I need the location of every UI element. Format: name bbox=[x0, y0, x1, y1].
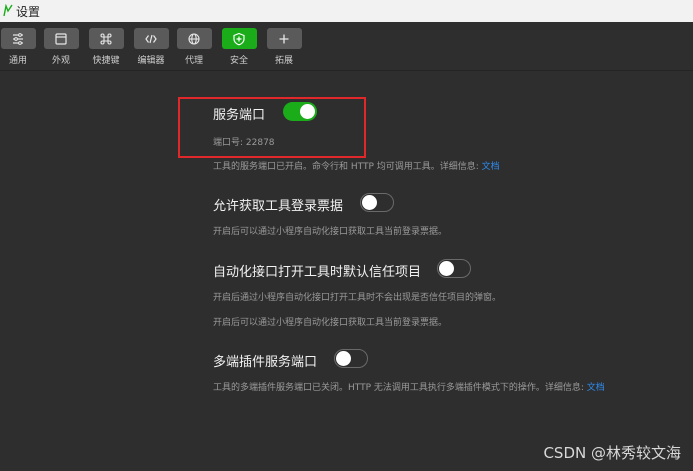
service-port-desc-text: 工具的服务端口已开启。命令行和 HTTP 均可调用工具。详细信息: bbox=[213, 162, 482, 172]
highlight-box bbox=[178, 97, 366, 158]
auto-trust-desc-1: 开启后通过小程序自动化接口打开工具时不会出现是否信任项目的弹窗。 bbox=[213, 293, 502, 303]
toggle-knob bbox=[362, 195, 377, 210]
multi-plugin-title: 多端插件服务端口 bbox=[213, 355, 318, 370]
plus-icon bbox=[279, 34, 289, 43]
tab-security[interactable]: 安全 bbox=[215, 28, 263, 66]
auto-trust-toggle[interactable] bbox=[437, 259, 471, 278]
service-port-desc: 工具的服务端口已开启。命令行和 HTTP 均可调用工具。详细信息: 文档 bbox=[213, 159, 500, 172]
tab-appearance-label: 外观 bbox=[51, 56, 70, 66]
tab-extensions-label: 拓展 bbox=[274, 56, 293, 66]
tab-extensions[interactable]: 拓展 bbox=[260, 28, 308, 66]
tab-proxy-button[interactable] bbox=[176, 28, 212, 49]
tab-security-label: 安全 bbox=[229, 56, 248, 66]
multi-plugin-desc: 工具的多端插件服务端口已关闭。HTTP 无法调用工具执行多端插件模式下的操作。详… bbox=[213, 380, 605, 393]
tab-appearance[interactable]: 外观 bbox=[37, 28, 85, 66]
tab-appearance-button[interactable] bbox=[43, 28, 79, 49]
tab-proxy-label: 代理 bbox=[184, 56, 203, 66]
tab-editor-button[interactable] bbox=[133, 28, 169, 49]
window-title: 设置 bbox=[16, 5, 41, 19]
service-port-docs-link[interactable]: 文档 bbox=[482, 162, 500, 172]
tab-shortcuts-label: 快捷键 bbox=[92, 56, 120, 66]
tab-general[interactable]: 通用 bbox=[0, 28, 42, 66]
auto-trust-desc-2: 开启后可以通过小程序自动化接口获取工具当前登录票据。 bbox=[213, 318, 448, 328]
multi-plugin-desc-text: 工具的多端插件服务端口已关闭。HTTP 无法调用工具执行多端插件模式下的操作。详… bbox=[213, 383, 587, 393]
security-settings-panel: 服务端口 端口号: 22878 工具的服务端口已开启。命令行和 HTTP 均可调… bbox=[0, 71, 693, 471]
window-icon bbox=[55, 32, 67, 45]
title-bar: 设置 bbox=[0, 0, 693, 22]
tab-proxy[interactable]: 代理 bbox=[170, 28, 218, 66]
command-key-icon bbox=[100, 32, 112, 45]
login-ticket-desc: 开启后可以通过小程序自动化接口获取工具当前登录票据。 bbox=[213, 227, 448, 237]
tab-general-button[interactable] bbox=[0, 28, 36, 49]
multi-plugin-docs-link[interactable]: 文档 bbox=[587, 383, 605, 393]
code-icon bbox=[145, 34, 157, 43]
toggle-knob bbox=[439, 261, 454, 276]
globe-icon bbox=[188, 32, 200, 45]
tab-shortcuts-button[interactable] bbox=[88, 28, 124, 49]
tab-general-label: 通用 bbox=[8, 56, 27, 66]
sliders-icon bbox=[13, 32, 23, 45]
settings-toolbar: 通用 外观 快捷键 编辑器 代理 安全 拓展 bbox=[0, 22, 693, 71]
toggle-knob bbox=[336, 351, 351, 366]
login-ticket-title: 允许获取工具登录票据 bbox=[213, 199, 344, 214]
auto-trust-title: 自动化接口打开工具时默认信任项目 bbox=[213, 265, 422, 280]
login-ticket-toggle[interactable] bbox=[360, 193, 394, 212]
app-logo-icon bbox=[3, 4, 13, 17]
watermark: CSDN @林秀较文海 bbox=[543, 444, 681, 462]
tab-editor-label: 编辑器 bbox=[137, 56, 165, 66]
tab-editor[interactable]: 编辑器 bbox=[127, 28, 175, 66]
tab-extensions-button[interactable] bbox=[266, 28, 302, 49]
tab-security-button[interactable] bbox=[221, 28, 257, 49]
multi-plugin-toggle[interactable] bbox=[334, 349, 368, 368]
tab-shortcuts[interactable]: 快捷键 bbox=[82, 28, 130, 66]
shield-icon bbox=[233, 32, 245, 45]
